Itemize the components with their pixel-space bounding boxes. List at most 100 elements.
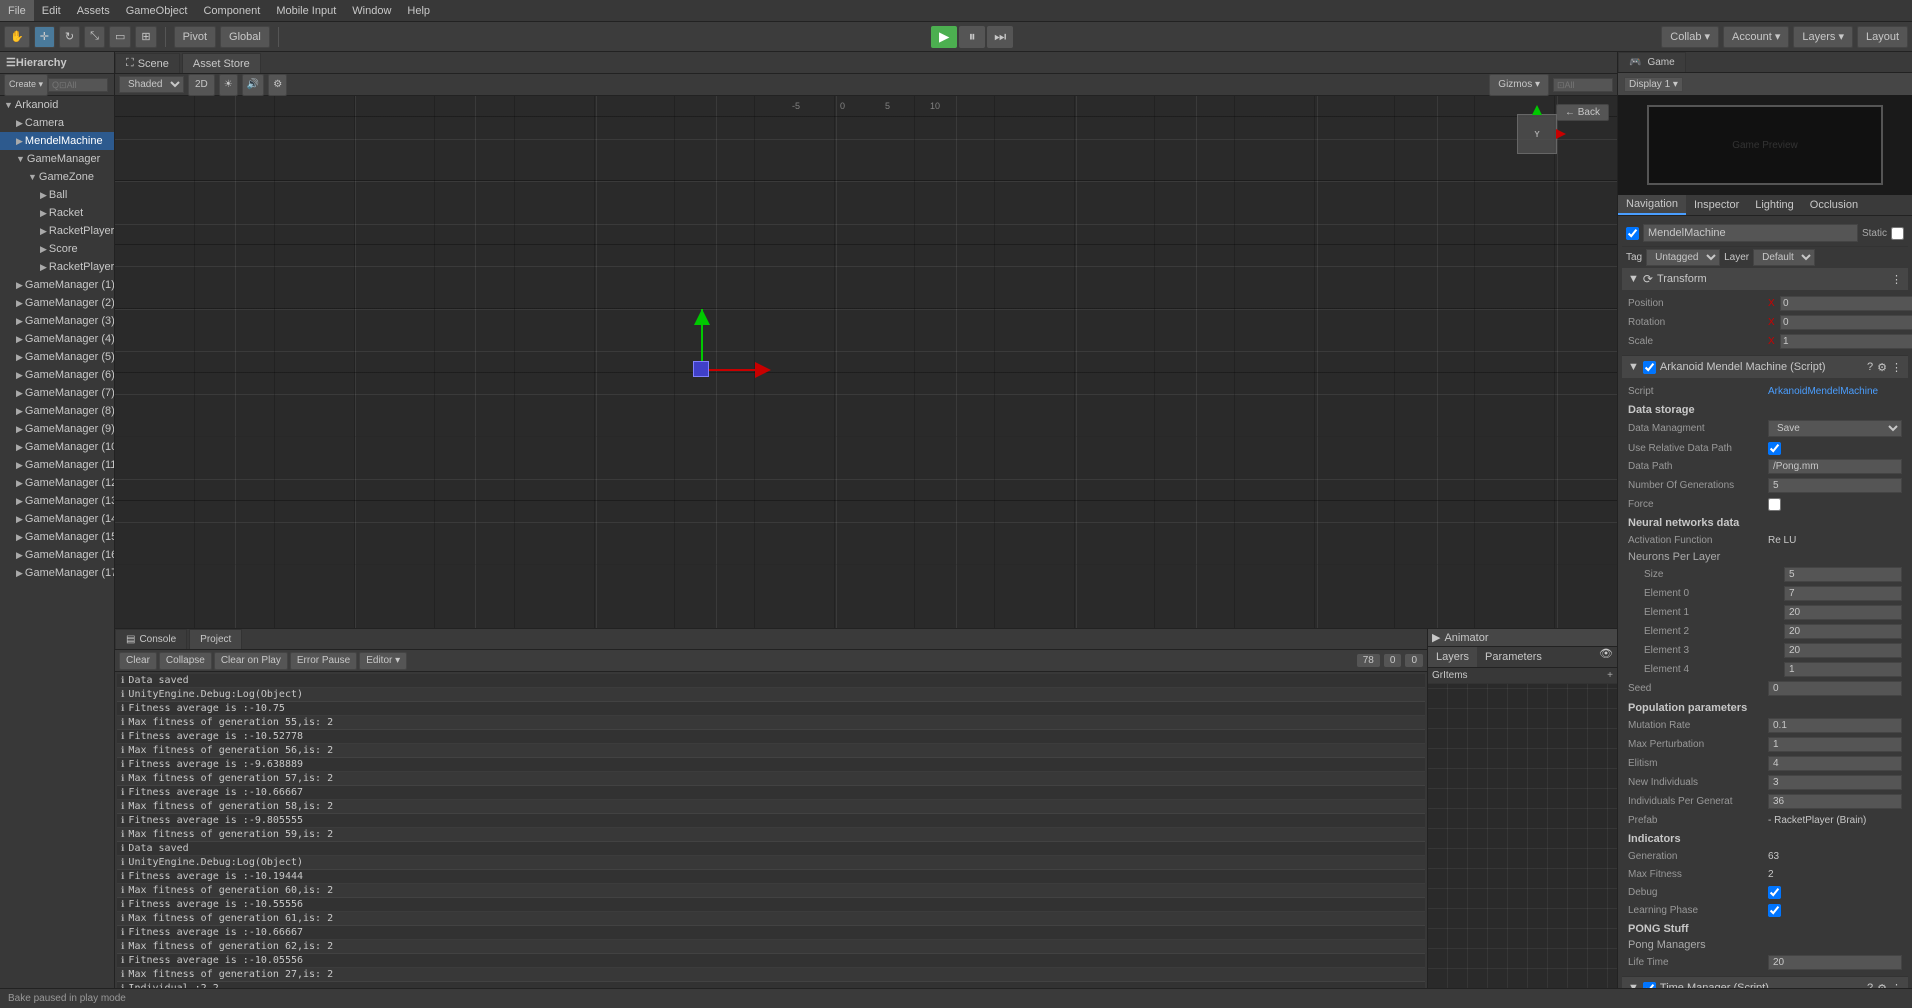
max-perturbation-input[interactable] [1768, 737, 1902, 752]
hierarchy-item[interactable]: ▶ GameManager (16 [0, 546, 114, 564]
animator-content[interactable] [1428, 684, 1617, 1008]
element1-input[interactable] [1784, 605, 1902, 620]
hand-tool-btn[interactable]: ✋ [4, 26, 30, 48]
editor-btn[interactable]: Editor ▾ [359, 652, 407, 670]
object-name-input[interactable] [1643, 224, 1858, 242]
element0-input[interactable] [1784, 586, 1902, 601]
hierarchy-item[interactable]: ▶ RacketPlayerSp [0, 222, 114, 240]
element4-input[interactable] [1784, 662, 1902, 677]
gizmos-btn[interactable]: Gizmos ▾ [1489, 74, 1549, 96]
layer-dropdown[interactable]: Default [1753, 249, 1815, 266]
list-item[interactable]: ℹData saved [117, 674, 1425, 688]
hierarchy-item[interactable]: ▶ GameManager (11 [0, 456, 114, 474]
lighting-tab[interactable]: Lighting [1747, 195, 1802, 215]
animator-layers-tab[interactable]: Layers [1428, 647, 1477, 667]
hierarchy-item[interactable]: ▶ GameManager (5) [0, 348, 114, 366]
list-item[interactable]: ℹData saved [117, 842, 1425, 856]
list-item[interactable]: ℹMax fitness of generation 60,is: 2 [117, 884, 1425, 898]
hierarchy-item[interactable]: ▶ GameManager (7) [0, 384, 114, 402]
scene-tab[interactable]: ⛶ Scene [115, 53, 180, 73]
life-time-input[interactable] [1768, 955, 1902, 970]
hierarchy-search-input[interactable] [48, 78, 108, 92]
list-item[interactable]: ℹFitness average is :-10.19444 [117, 870, 1425, 884]
hierarchy-item[interactable]: ▶ Ball [0, 186, 114, 204]
pos-x-input[interactable] [1780, 296, 1912, 311]
mutation-input[interactable] [1768, 718, 1902, 733]
menu-help[interactable]: Help [399, 0, 438, 21]
hierarchy-item[interactable]: ▶ GameManager (2) [0, 294, 114, 312]
navigation-tab[interactable]: Navigation [1618, 195, 1686, 215]
account-btn[interactable]: Account ▾ [1723, 26, 1789, 48]
script-active-checkbox[interactable] [1643, 361, 1656, 374]
script-menu-icon[interactable]: ⋮ [1891, 361, 1902, 374]
list-item[interactable]: ℹFitness average is :-10.52778 [117, 730, 1425, 744]
asset-store-tab[interactable]: Asset Store [182, 53, 261, 73]
clear-on-play-btn[interactable]: Clear on Play [214, 652, 288, 670]
list-item[interactable]: ℹMax fitness of generation 61,is: 2 [117, 912, 1425, 926]
list-item[interactable]: ℹFitness average is :-10.05556 [117, 954, 1425, 968]
data-management-dropdown[interactable]: Save [1768, 420, 1902, 437]
rot-x-input[interactable] [1780, 315, 1912, 330]
hierarchy-item[interactable]: ▼ Arkanoid [0, 96, 114, 114]
hierarchy-item[interactable]: ▶ GameManager (13 [0, 492, 114, 510]
element3-input[interactable] [1784, 643, 1902, 658]
inspector-tab[interactable]: Inspector [1686, 195, 1747, 215]
force-checkbox[interactable] [1768, 498, 1781, 511]
hierarchy-item[interactable]: ▶ GameManager (12 [0, 474, 114, 492]
project-tab[interactable]: Project [189, 629, 242, 649]
list-item[interactable]: ℹFitness average is :-9.638889 [117, 758, 1425, 772]
static-checkbox[interactable] [1891, 227, 1904, 240]
hierarchy-item[interactable]: ▶ GameManager (9) [0, 420, 114, 438]
list-item[interactable]: ℹFitness average is :-10.75 [117, 702, 1425, 716]
list-item[interactable]: ℹMax fitness of generation 62,is: 2 [117, 940, 1425, 954]
arkanoid-script-header[interactable]: ▼ Arkanoid Mendel Machine (Script) ? ⚙ ⋮ [1622, 356, 1908, 378]
scale-tool-btn[interactable]: ⤡ [84, 26, 105, 48]
transform-menu-icon[interactable]: ⋮ [1891, 273, 1902, 286]
2d-btn[interactable]: 2D [188, 74, 215, 96]
audio-btn[interactable]: 🔊 [242, 74, 264, 96]
rect-tool-btn[interactable]: ▭ [109, 26, 131, 48]
list-item[interactable]: ℹMax fitness of generation 59,is: 2 [117, 828, 1425, 842]
hierarchy-item[interactable]: ▶ GameManager (3) [0, 312, 114, 330]
list-item[interactable]: ℹFitness average is :-10.66667 [117, 786, 1425, 800]
menu-window[interactable]: Window [344, 0, 399, 21]
script-settings-icon[interactable]: ⚙ [1877, 361, 1887, 374]
vfx-btn[interactable]: ⚙ [268, 74, 287, 96]
object-active-checkbox[interactable] [1626, 227, 1639, 240]
layout-btn[interactable]: Layout [1857, 26, 1908, 48]
hierarchy-item[interactable]: ▶ GameManager (17 [0, 564, 114, 582]
animator-add-btn[interactable]: + [1607, 670, 1613, 681]
list-item[interactable]: ℹMax fitness of generation 55,is: 2 [117, 716, 1425, 730]
display-dropdown[interactable]: Display 1 ▾ [1624, 77, 1683, 92]
collapse-btn[interactable]: Collapse [159, 652, 212, 670]
menu-assets[interactable]: Assets [69, 0, 118, 21]
clear-btn[interactable]: Clear [119, 652, 157, 670]
script-help-icon[interactable]: ? [1867, 361, 1873, 374]
hierarchy-item[interactable]: ▶ MendelMachine [0, 132, 114, 150]
transform-header[interactable]: ▼ ⟳ Transform ⋮ [1622, 268, 1908, 290]
move-tool-btn[interactable]: ✛ [34, 26, 55, 48]
list-item[interactable]: ℹUnityEngine.Debug:Log(Object) [117, 856, 1425, 870]
individuals-gen-input[interactable] [1768, 794, 1902, 809]
scale-x-input[interactable] [1780, 334, 1912, 349]
hierarchy-item[interactable]: ▶ GameManager (6) [0, 366, 114, 384]
list-item[interactable]: ℹMax fitness of generation 57,is: 2 [117, 772, 1425, 786]
scene-content[interactable]: ← Back -50510 Y [115, 96, 1617, 628]
debug-checkbox[interactable] [1768, 886, 1781, 899]
pause-btn[interactable]: ⏸ [959, 26, 985, 48]
scene-search-input[interactable] [1553, 78, 1613, 92]
menu-gameobject[interactable]: GameObject [118, 0, 196, 21]
hierarchy-item[interactable]: ▶ GameManager (14 [0, 510, 114, 528]
hierarchy-create-btn[interactable]: Create ▾ [4, 74, 48, 96]
game-tab[interactable]: 🎮 Game [1618, 52, 1686, 72]
collab-btn[interactable]: Collab ▾ [1661, 26, 1719, 48]
hierarchy-item[interactable]: ▶ GameManager (10 [0, 438, 114, 456]
element2-input[interactable] [1784, 624, 1902, 639]
list-item[interactable]: ℹFitness average is :-9.805555 [117, 814, 1425, 828]
hierarchy-item[interactable]: ▶ Racket [0, 204, 114, 222]
global-btn[interactable]: Global [220, 26, 270, 48]
rotate-tool-btn[interactable]: ↻ [59, 26, 80, 48]
hierarchy-item[interactable]: ▼ GameZone [0, 168, 114, 186]
play-btn[interactable]: ▶ [931, 26, 957, 48]
menu-mobile-input[interactable]: Mobile Input [268, 0, 344, 21]
